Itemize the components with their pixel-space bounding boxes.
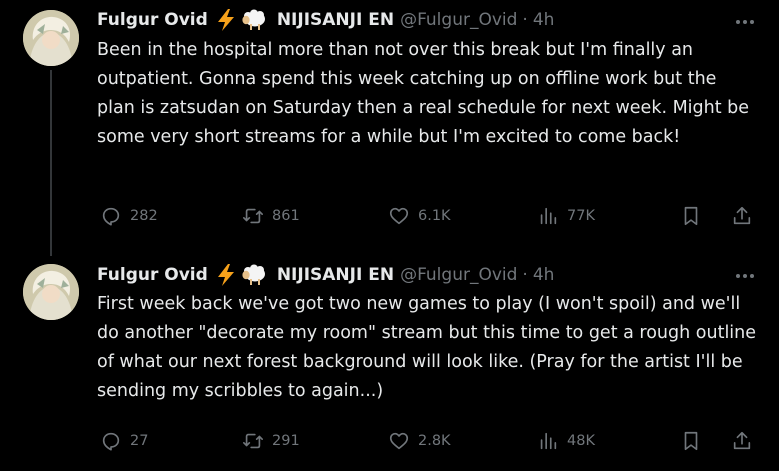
separator-dot: · xyxy=(522,10,528,30)
like-button[interactable]: 2.8K xyxy=(388,424,451,458)
tweet[interactable]: Fulgur Ovid NIJISANJI EN @Fulgur_Ovid · … xyxy=(0,258,779,471)
bookmark-button[interactable] xyxy=(680,199,702,233)
lightning-bolt-icon xyxy=(216,264,236,286)
lightning-bolt-icon xyxy=(216,9,236,31)
share-button[interactable] xyxy=(731,199,753,233)
share-button[interactable] xyxy=(731,424,753,458)
repost-button[interactable]: 861 xyxy=(242,199,300,233)
reply-button[interactable]: 282 xyxy=(100,199,158,233)
bookmark-icon xyxy=(684,431,698,451)
views-count: 77K xyxy=(567,208,595,224)
repost-icon xyxy=(243,433,263,449)
avatar[interactable] xyxy=(23,10,79,66)
repost-icon xyxy=(243,208,263,224)
like-icon xyxy=(389,432,409,450)
separator-dot: · xyxy=(522,265,528,285)
views-button[interactable]: 48K xyxy=(537,424,595,458)
repost-count: 861 xyxy=(272,208,300,224)
action-bar: 282 861 6.1K 77K xyxy=(97,199,757,233)
tweet-header: Fulgur Ovid NIJISANJI EN @Fulgur_Ovid · … xyxy=(97,8,554,32)
author-handle[interactable]: @Fulgur_Ovid xyxy=(400,8,517,32)
tweet-header: Fulgur Ovid NIJISANJI EN @Fulgur_Ovid · … xyxy=(97,263,554,287)
reply-icon xyxy=(102,432,120,451)
thread: Fulgur Ovid NIJISANJI EN @Fulgur_Ovid · … xyxy=(0,0,779,471)
like-button[interactable]: 6.1K xyxy=(388,199,451,233)
like-count: 2.8K xyxy=(418,433,451,449)
author-name[interactable]: Fulgur Ovid xyxy=(97,263,208,287)
more-dots-icon xyxy=(736,20,754,24)
reply-button[interactable]: 27 xyxy=(100,424,148,458)
views-icon xyxy=(540,207,557,225)
affiliation-label[interactable]: NIJISANJI EN xyxy=(277,263,394,287)
more-dots-icon xyxy=(736,274,754,278)
tweet-text: Been in the hospital more than not over … xyxy=(97,40,750,147)
sheep-icon xyxy=(241,9,267,31)
bookmark-button[interactable] xyxy=(680,424,702,458)
share-icon xyxy=(733,206,751,225)
author-handle[interactable]: @Fulgur_Ovid xyxy=(400,263,517,287)
repost-count: 291 xyxy=(272,433,300,449)
bookmark-icon xyxy=(684,206,698,226)
like-count: 6.1K xyxy=(418,208,451,224)
views-count: 48K xyxy=(567,433,595,449)
timestamp[interactable]: 4h xyxy=(533,8,555,32)
affiliation-label[interactable]: NIJISANJI EN xyxy=(277,8,394,32)
more-options-button[interactable] xyxy=(733,266,757,286)
tweet-text: First week back we've got two new games … xyxy=(97,294,757,401)
like-icon xyxy=(389,207,409,225)
tweet[interactable]: Fulgur Ovid NIJISANJI EN @Fulgur_Ovid · … xyxy=(0,0,779,258)
reply-icon xyxy=(102,207,120,226)
action-bar: 27 291 2.8K 48K xyxy=(97,424,757,458)
sheep-icon xyxy=(241,264,267,286)
views-icon xyxy=(540,432,557,450)
thread-line xyxy=(50,70,52,256)
more-options-button[interactable] xyxy=(733,12,757,32)
avatar[interactable] xyxy=(23,264,79,320)
share-icon xyxy=(733,431,751,450)
reply-count: 282 xyxy=(130,208,158,224)
repost-button[interactable]: 291 xyxy=(242,424,300,458)
timestamp[interactable]: 4h xyxy=(533,263,555,287)
views-button[interactable]: 77K xyxy=(537,199,595,233)
reply-count: 27 xyxy=(130,433,149,449)
author-name[interactable]: Fulgur Ovid xyxy=(97,8,208,32)
